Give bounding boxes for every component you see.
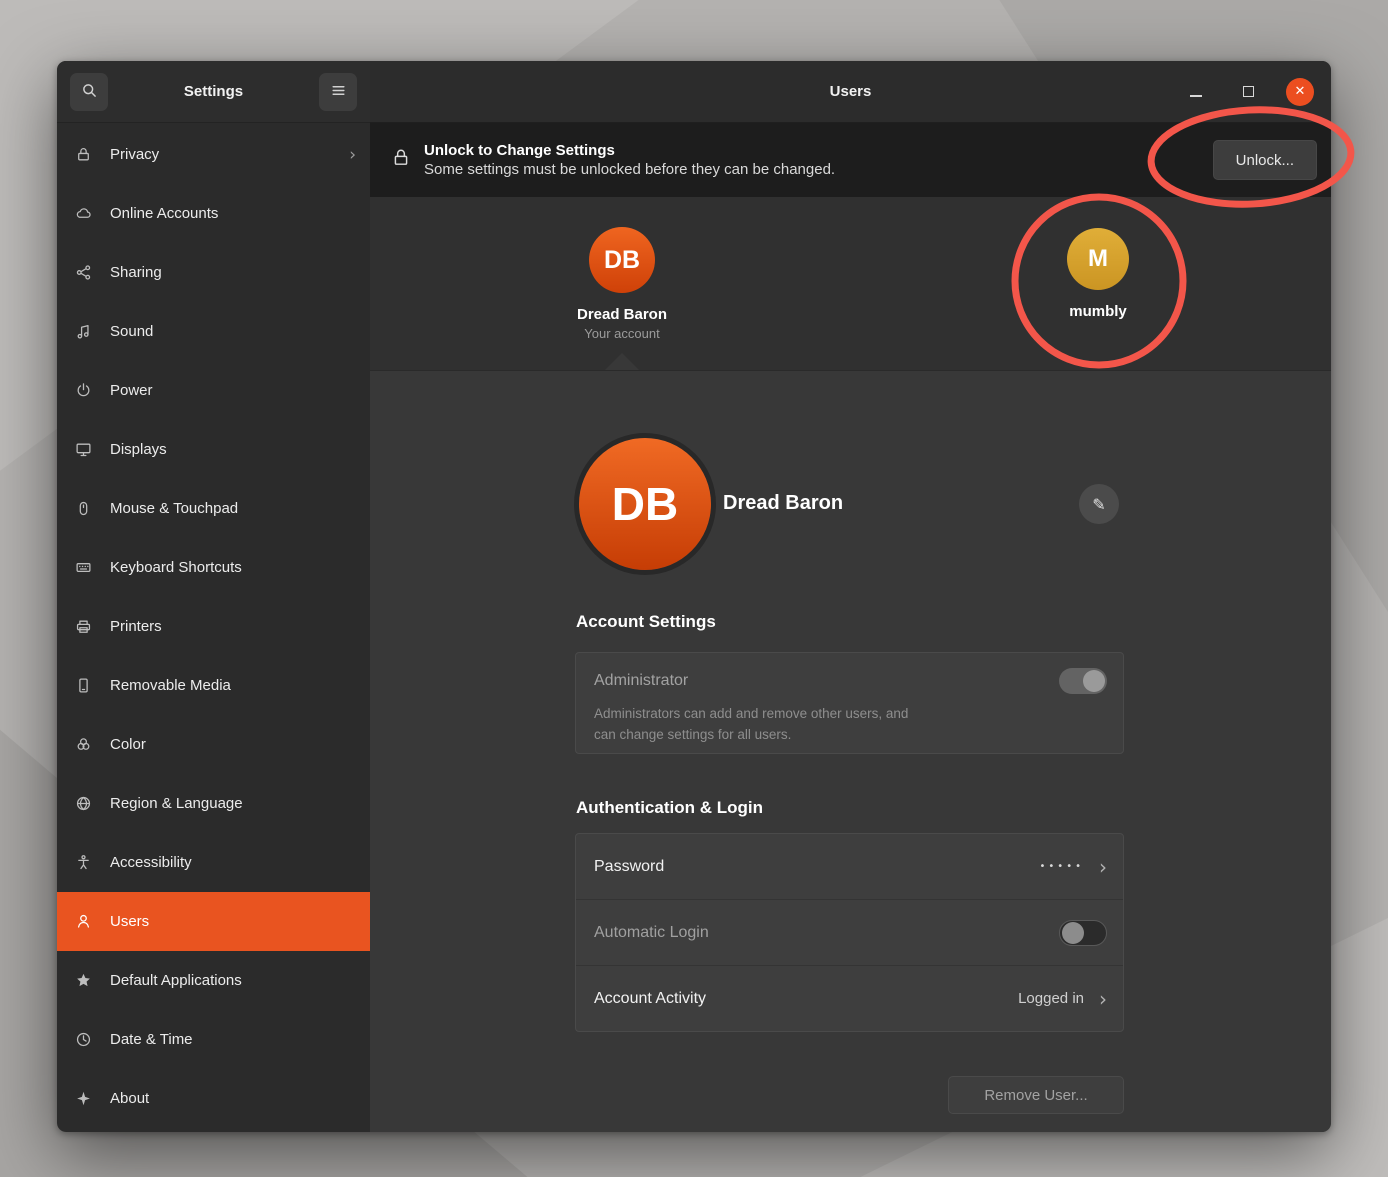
administrator-box: Administrator Administrators can add and… — [575, 652, 1124, 754]
search-icon — [81, 82, 98, 102]
printer-icon — [74, 618, 92, 636]
media-player-icon — [74, 677, 92, 695]
remove-user-button[interactable]: Remove User... — [948, 1076, 1124, 1114]
account-activity-value: Logged in — [1018, 990, 1084, 1007]
close-button[interactable]: ✕ — [1286, 78, 1314, 106]
sidebar-item-removable-media[interactable]: Removable Media — [57, 656, 370, 715]
account-activity-row[interactable]: Account Activity Logged in › — [576, 965, 1123, 1031]
clock-icon — [74, 1031, 92, 1049]
sidebar-item-default-applications[interactable]: Default Applications — [57, 951, 370, 1010]
lock-icon — [392, 148, 410, 172]
selected-user-notch — [605, 353, 639, 370]
chevron-right-icon: › — [349, 145, 356, 165]
minimize-icon — [1190, 95, 1202, 97]
toggle-knob — [1083, 670, 1105, 692]
detail-user-name: Dread Baron — [723, 492, 843, 515]
lock-icon — [74, 146, 92, 164]
unlock-button[interactable]: Unlock... — [1213, 140, 1317, 180]
section-title-account-settings: Account Settings — [576, 612, 716, 632]
sidebar-item-users[interactable]: Users — [57, 892, 370, 951]
maximize-icon — [1243, 86, 1254, 97]
automatic-login-toggle[interactable] — [1059, 920, 1107, 946]
sidebar-item-region-language[interactable]: Region & Language — [57, 774, 370, 833]
user-name: Dread Baron — [577, 306, 667, 323]
sidebar-item-sound[interactable]: Sound — [57, 302, 370, 361]
sidebar-item-power[interactable]: Power — [57, 361, 370, 420]
sidebar-item-mouse-touchpad[interactable]: Mouse & Touchpad — [57, 479, 370, 538]
banner-title: Unlock to Change Settings — [424, 142, 835, 159]
authentication-box: Password ••••• › Automatic Login Account… — [575, 833, 1124, 1032]
sidebar-item-accessibility[interactable]: Accessibility — [57, 833, 370, 892]
automatic-login-label: Automatic Login — [594, 924, 709, 942]
window-controls: ✕ — [1182, 61, 1314, 122]
user-carousel: DB Dread Baron Your account M mumbly — [370, 197, 1331, 371]
avatar: M — [1067, 228, 1129, 290]
sidebar-list: Privacy › Online Accounts Sharing Sound … — [57, 123, 370, 1132]
maximize-button[interactable] — [1234, 78, 1262, 106]
pencil-icon: ✎ — [1092, 495, 1105, 514]
sidebar-item-displays[interactable]: Displays — [57, 420, 370, 479]
edit-name-button[interactable]: ✎ — [1079, 484, 1119, 524]
user-tile-mumbly[interactable]: M mumbly — [1018, 228, 1178, 320]
administrator-toggle[interactable] — [1059, 668, 1107, 694]
banner-text: Unlock to Change Settings Some settings … — [424, 142, 835, 178]
minimize-button[interactable] — [1182, 78, 1210, 106]
menu-button[interactable] — [319, 73, 357, 111]
sidebar-title: Settings — [108, 83, 319, 100]
mouse-icon — [74, 500, 92, 518]
sidebar-item-date-time[interactable]: Date & Time — [57, 1010, 370, 1069]
color-circles-icon — [74, 736, 92, 754]
sidebar-item-privacy[interactable]: Privacy › — [57, 125, 370, 184]
administrator-row: Administrator — [594, 668, 1107, 694]
globe-icon — [74, 795, 92, 813]
user-tile-dread-baron[interactable]: DB Dread Baron Your account — [542, 227, 702, 341]
automatic-login-row: Automatic Login — [576, 899, 1123, 965]
cloud-icon — [74, 205, 92, 223]
search-button[interactable] — [70, 73, 108, 111]
banner-subtitle: Some settings must be unlocked before th… — [424, 161, 835, 178]
avatar-large: DB — [579, 438, 711, 570]
settings-window: Settings Privacy › Online Accounts Shari… — [57, 61, 1331, 1132]
sidebar-item-keyboard-shortcuts[interactable]: Keyboard Shortcuts — [57, 538, 370, 597]
password-row[interactable]: Password ••••• › — [576, 834, 1123, 899]
sidebar-item-sharing[interactable]: Sharing — [57, 243, 370, 302]
music-note-icon — [74, 323, 92, 341]
sidebar-header: Settings — [57, 61, 370, 123]
chevron-right-icon: › — [1099, 857, 1107, 877]
accessibility-icon — [74, 854, 92, 872]
administrator-label: Administrator — [594, 672, 688, 690]
chevron-right-icon: › — [1099, 989, 1107, 1009]
headerbar: Users ✕ — [370, 61, 1331, 123]
sidebar-item-online-accounts[interactable]: Online Accounts — [57, 184, 370, 243]
password-label: Password — [594, 858, 664, 876]
power-icon — [74, 382, 92, 400]
unlock-banner: Unlock to Change Settings Some settings … — [370, 123, 1331, 197]
account-activity-label: Account Activity — [594, 990, 706, 1008]
password-dots: ••••• — [1040, 861, 1085, 872]
user-subtitle: Your account — [584, 326, 659, 341]
display-icon — [74, 441, 92, 459]
sidebar: Settings Privacy › Online Accounts Shari… — [57, 61, 370, 1132]
users-icon — [74, 913, 92, 931]
avatar: DB — [589, 227, 655, 293]
star-icon — [74, 972, 92, 990]
user-name: mumbly — [1069, 303, 1127, 320]
main-panel: Users ✕ Unlock to Change Settings Some s… — [370, 61, 1331, 1132]
administrator-description: Administrators can add and remove other … — [594, 703, 1107, 745]
sidebar-item-about[interactable]: About — [57, 1069, 370, 1128]
keyboard-icon — [74, 559, 92, 577]
section-title-authentication: Authentication & Login — [576, 798, 763, 818]
sparkle-icon — [74, 1090, 92, 1108]
toggle-knob — [1062, 922, 1084, 944]
share-icon — [74, 264, 92, 282]
hamburger-icon — [330, 82, 347, 102]
user-detail: DB Dread Baron ✎ Account Settings Admini… — [370, 371, 1331, 1132]
sidebar-item-color[interactable]: Color — [57, 715, 370, 774]
sidebar-item-printers[interactable]: Printers — [57, 597, 370, 656]
